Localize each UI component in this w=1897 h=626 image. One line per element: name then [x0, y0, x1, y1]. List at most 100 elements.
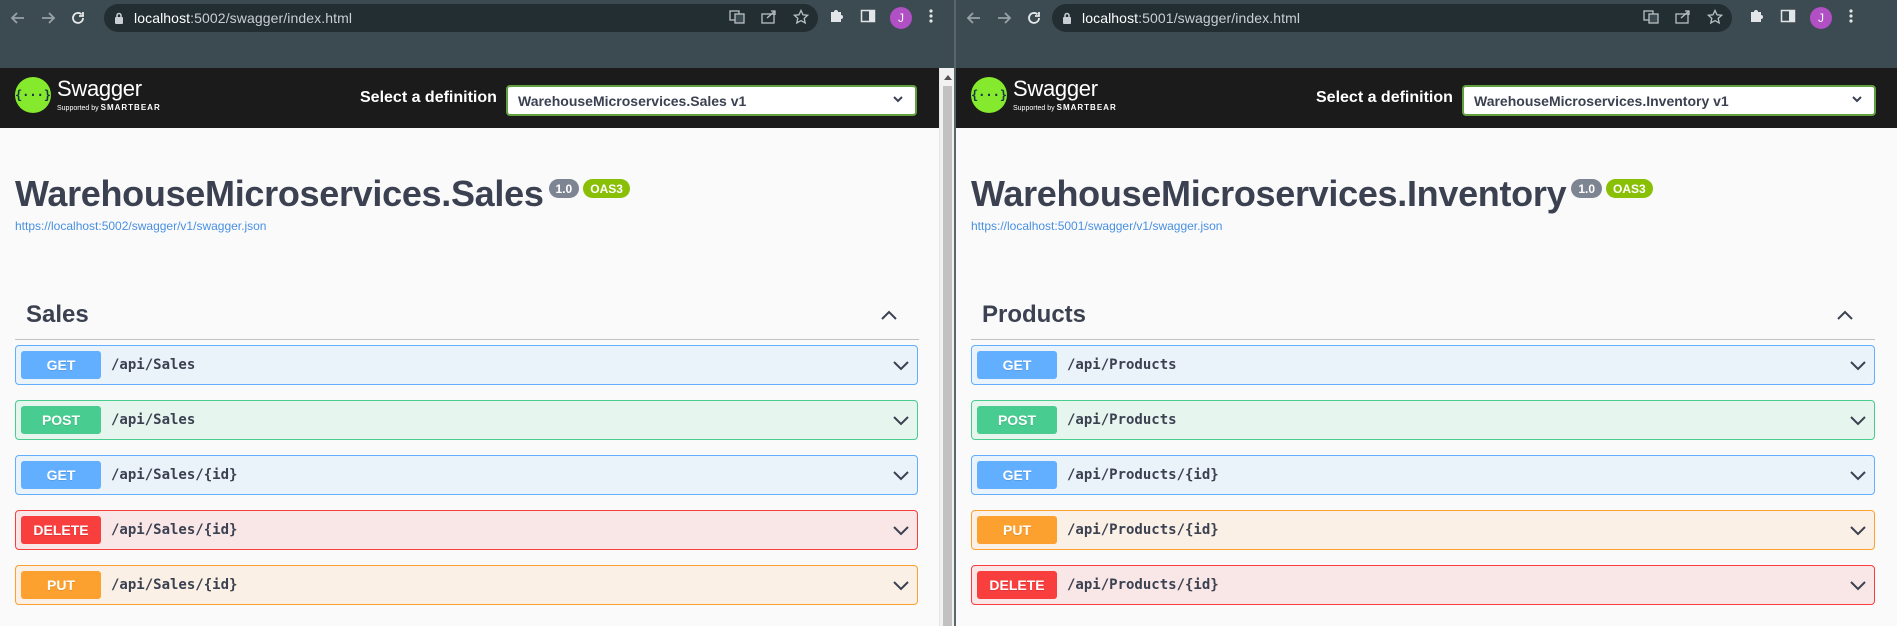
operation-row[interactable]: DELETE /api/Products/{id} — [971, 565, 1875, 605]
url-text[interactable]: localhost:5001/swagger/index.html — [1082, 10, 1300, 26]
kebab-menu-icon[interactable] — [924, 8, 938, 29]
operation-row[interactable]: PUT /api/Sales/{id} — [15, 565, 918, 605]
method-badge: GET — [977, 461, 1057, 489]
operations-list: GET /api/Sales POST /api/Sales GET /api/… — [15, 345, 918, 620]
operations-list: GET /api/Products POST /api/Products GET… — [971, 345, 1875, 620]
star-icon[interactable] — [1706, 8, 1724, 28]
puzzle-icon[interactable] — [1746, 8, 1766, 28]
star-icon[interactable] — [792, 8, 810, 28]
operation-path: /api/Products/{id} — [1067, 577, 1219, 593]
operation-row[interactable]: GET /api/Sales — [15, 345, 918, 385]
select-definition-label: Select a definition — [1316, 89, 1453, 106]
chevron-down-icon[interactable] — [891, 412, 911, 433]
operation-row[interactable]: GET /api/Sales/{id} — [15, 455, 918, 495]
chevron-down-icon[interactable] — [891, 357, 911, 378]
operation-row[interactable]: DELETE /api/Sales/{id} — [15, 510, 918, 550]
operation-path: /api/Sales/{id} — [111, 467, 238, 483]
scrollbar[interactable] — [939, 68, 954, 626]
swagger-logo[interactable]: {···} Swagger Supported by SMARTBEAR — [971, 77, 1117, 113]
oas-badge: OAS3 — [583, 179, 630, 198]
puzzle-icon[interactable] — [826, 8, 846, 28]
swagger-topbar: {···} Swagger Supported by SMARTBEAR Sel… — [0, 68, 954, 128]
method-badge: GET — [977, 351, 1057, 379]
browser-window-sales: localhost:5002/swagger/index.html J {···… — [0, 0, 954, 626]
version-badge: 1.0 — [1571, 179, 1602, 198]
address-bar[interactable]: localhost:5002/swagger/index.html — [104, 4, 818, 32]
operation-path: /api/Products/{id} — [1067, 522, 1219, 538]
side-panel-icon[interactable] — [1778, 8, 1798, 28]
definition-select-value: WarehouseMicroservices.Sales v1 — [518, 92, 747, 109]
chevron-down-icon — [1850, 92, 1864, 109]
reload-icon[interactable] — [63, 3, 93, 33]
definition-select[interactable]: WarehouseMicroservices.Sales v1 — [506, 85, 917, 116]
chevron-down-icon[interactable] — [891, 522, 911, 543]
chevron-down-icon[interactable] — [1848, 467, 1868, 488]
scroll-up-icon[interactable] — [940, 70, 954, 84]
chevron-down-icon[interactable] — [1848, 577, 1868, 598]
forward-icon[interactable] — [33, 3, 63, 33]
definition-select[interactable]: WarehouseMicroservices.Inventory v1 — [1462, 85, 1876, 116]
tag-name: Products — [982, 301, 1087, 328]
tag-name: Sales — [26, 301, 89, 328]
scrollbar-thumb[interactable] — [943, 86, 952, 626]
method-badge: PUT — [21, 571, 101, 599]
api-info: WarehouseMicroservices.Inventory 1.0 OAS… — [971, 173, 1653, 233]
method-badge: GET — [21, 351, 101, 379]
chevron-down-icon[interactable] — [1848, 357, 1868, 378]
back-icon[interactable] — [959, 3, 989, 33]
swagger-brand: Swagger — [57, 76, 142, 101]
address-bar[interactable]: localhost:5001/swagger/index.html — [1052, 4, 1732, 32]
spec-link[interactable]: https://localhost:5001/swagger/v1/swagge… — [971, 219, 1653, 233]
method-badge: POST — [21, 406, 101, 434]
api-title: WarehouseMicroservices.Inventory — [971, 173, 1567, 214]
chevron-down-icon[interactable] — [891, 467, 911, 488]
version-badge: 1.0 — [548, 179, 580, 198]
chevron-down-icon — [891, 92, 905, 109]
browser-window-inventory: localhost:5001/swagger/index.html J {···… — [956, 0, 1897, 626]
swagger-topbar: {···} Swagger Supported by SMARTBEAR Sel… — [956, 68, 1897, 128]
chevron-up-icon[interactable] — [879, 308, 899, 327]
select-definition-label: Select a definition — [360, 89, 497, 106]
chevron-down-icon[interactable] — [1848, 522, 1868, 543]
share-icon[interactable] — [1674, 9, 1692, 27]
avatar[interactable]: J — [890, 7, 912, 29]
swagger-brand: Swagger — [1013, 76, 1098, 101]
reload-icon[interactable] — [1019, 3, 1049, 33]
swagger-logo[interactable]: {···} Swagger Supported by SMARTBEAR — [15, 77, 161, 113]
kebab-menu-icon[interactable] — [1844, 8, 1858, 29]
tag-section-sales[interactable]: Sales — [15, 296, 919, 340]
translate-icon[interactable] — [1642, 9, 1660, 27]
url-text[interactable]: localhost:5002/swagger/index.html — [134, 10, 352, 26]
operation-row[interactable]: POST /api/Sales — [15, 400, 918, 440]
method-badge: POST — [977, 406, 1057, 434]
side-panel-icon[interactable] — [858, 8, 878, 28]
lock-icon[interactable] — [1052, 12, 1082, 24]
oas-badge: OAS3 — [1606, 179, 1653, 198]
operation-row[interactable]: POST /api/Products — [971, 400, 1875, 440]
definition-select-value: WarehouseMicroservices.Inventory v1 — [1474, 92, 1729, 109]
method-badge: GET — [21, 461, 101, 489]
operation-path: /api/Sales/{id} — [111, 577, 238, 593]
operation-row[interactable]: GET /api/Products — [971, 345, 1875, 385]
avatar[interactable]: J — [1810, 7, 1832, 29]
operation-row[interactable]: PUT /api/Products/{id} — [971, 510, 1875, 550]
operation-path: /api/Sales/{id} — [111, 522, 238, 538]
forward-icon[interactable] — [989, 3, 1019, 33]
translate-icon[interactable] — [728, 9, 746, 27]
swagger-logo-icon: {···} — [15, 77, 51, 113]
operation-row[interactable]: GET /api/Products/{id} — [971, 455, 1875, 495]
back-icon[interactable] — [3, 3, 33, 33]
spec-link[interactable]: https://localhost:5002/swagger/v1/swagge… — [15, 219, 630, 233]
share-icon[interactable] — [760, 9, 778, 27]
browser-chrome: localhost:5001/swagger/index.html J — [956, 0, 1897, 68]
browser-chrome: localhost:5002/swagger/index.html J — [0, 0, 954, 68]
operation-path: /api/Products/{id} — [1067, 467, 1219, 483]
method-badge: DELETE — [977, 571, 1057, 599]
tag-section-products[interactable]: Products — [971, 296, 1875, 340]
lock-icon[interactable] — [104, 12, 134, 24]
api-title: WarehouseMicroservices.Sales — [15, 173, 544, 214]
swagger-brand-sub: Supported by SMARTBEAR — [1013, 103, 1117, 112]
chevron-down-icon[interactable] — [1848, 412, 1868, 433]
chevron-down-icon[interactable] — [891, 577, 911, 598]
chevron-up-icon[interactable] — [1835, 308, 1855, 327]
